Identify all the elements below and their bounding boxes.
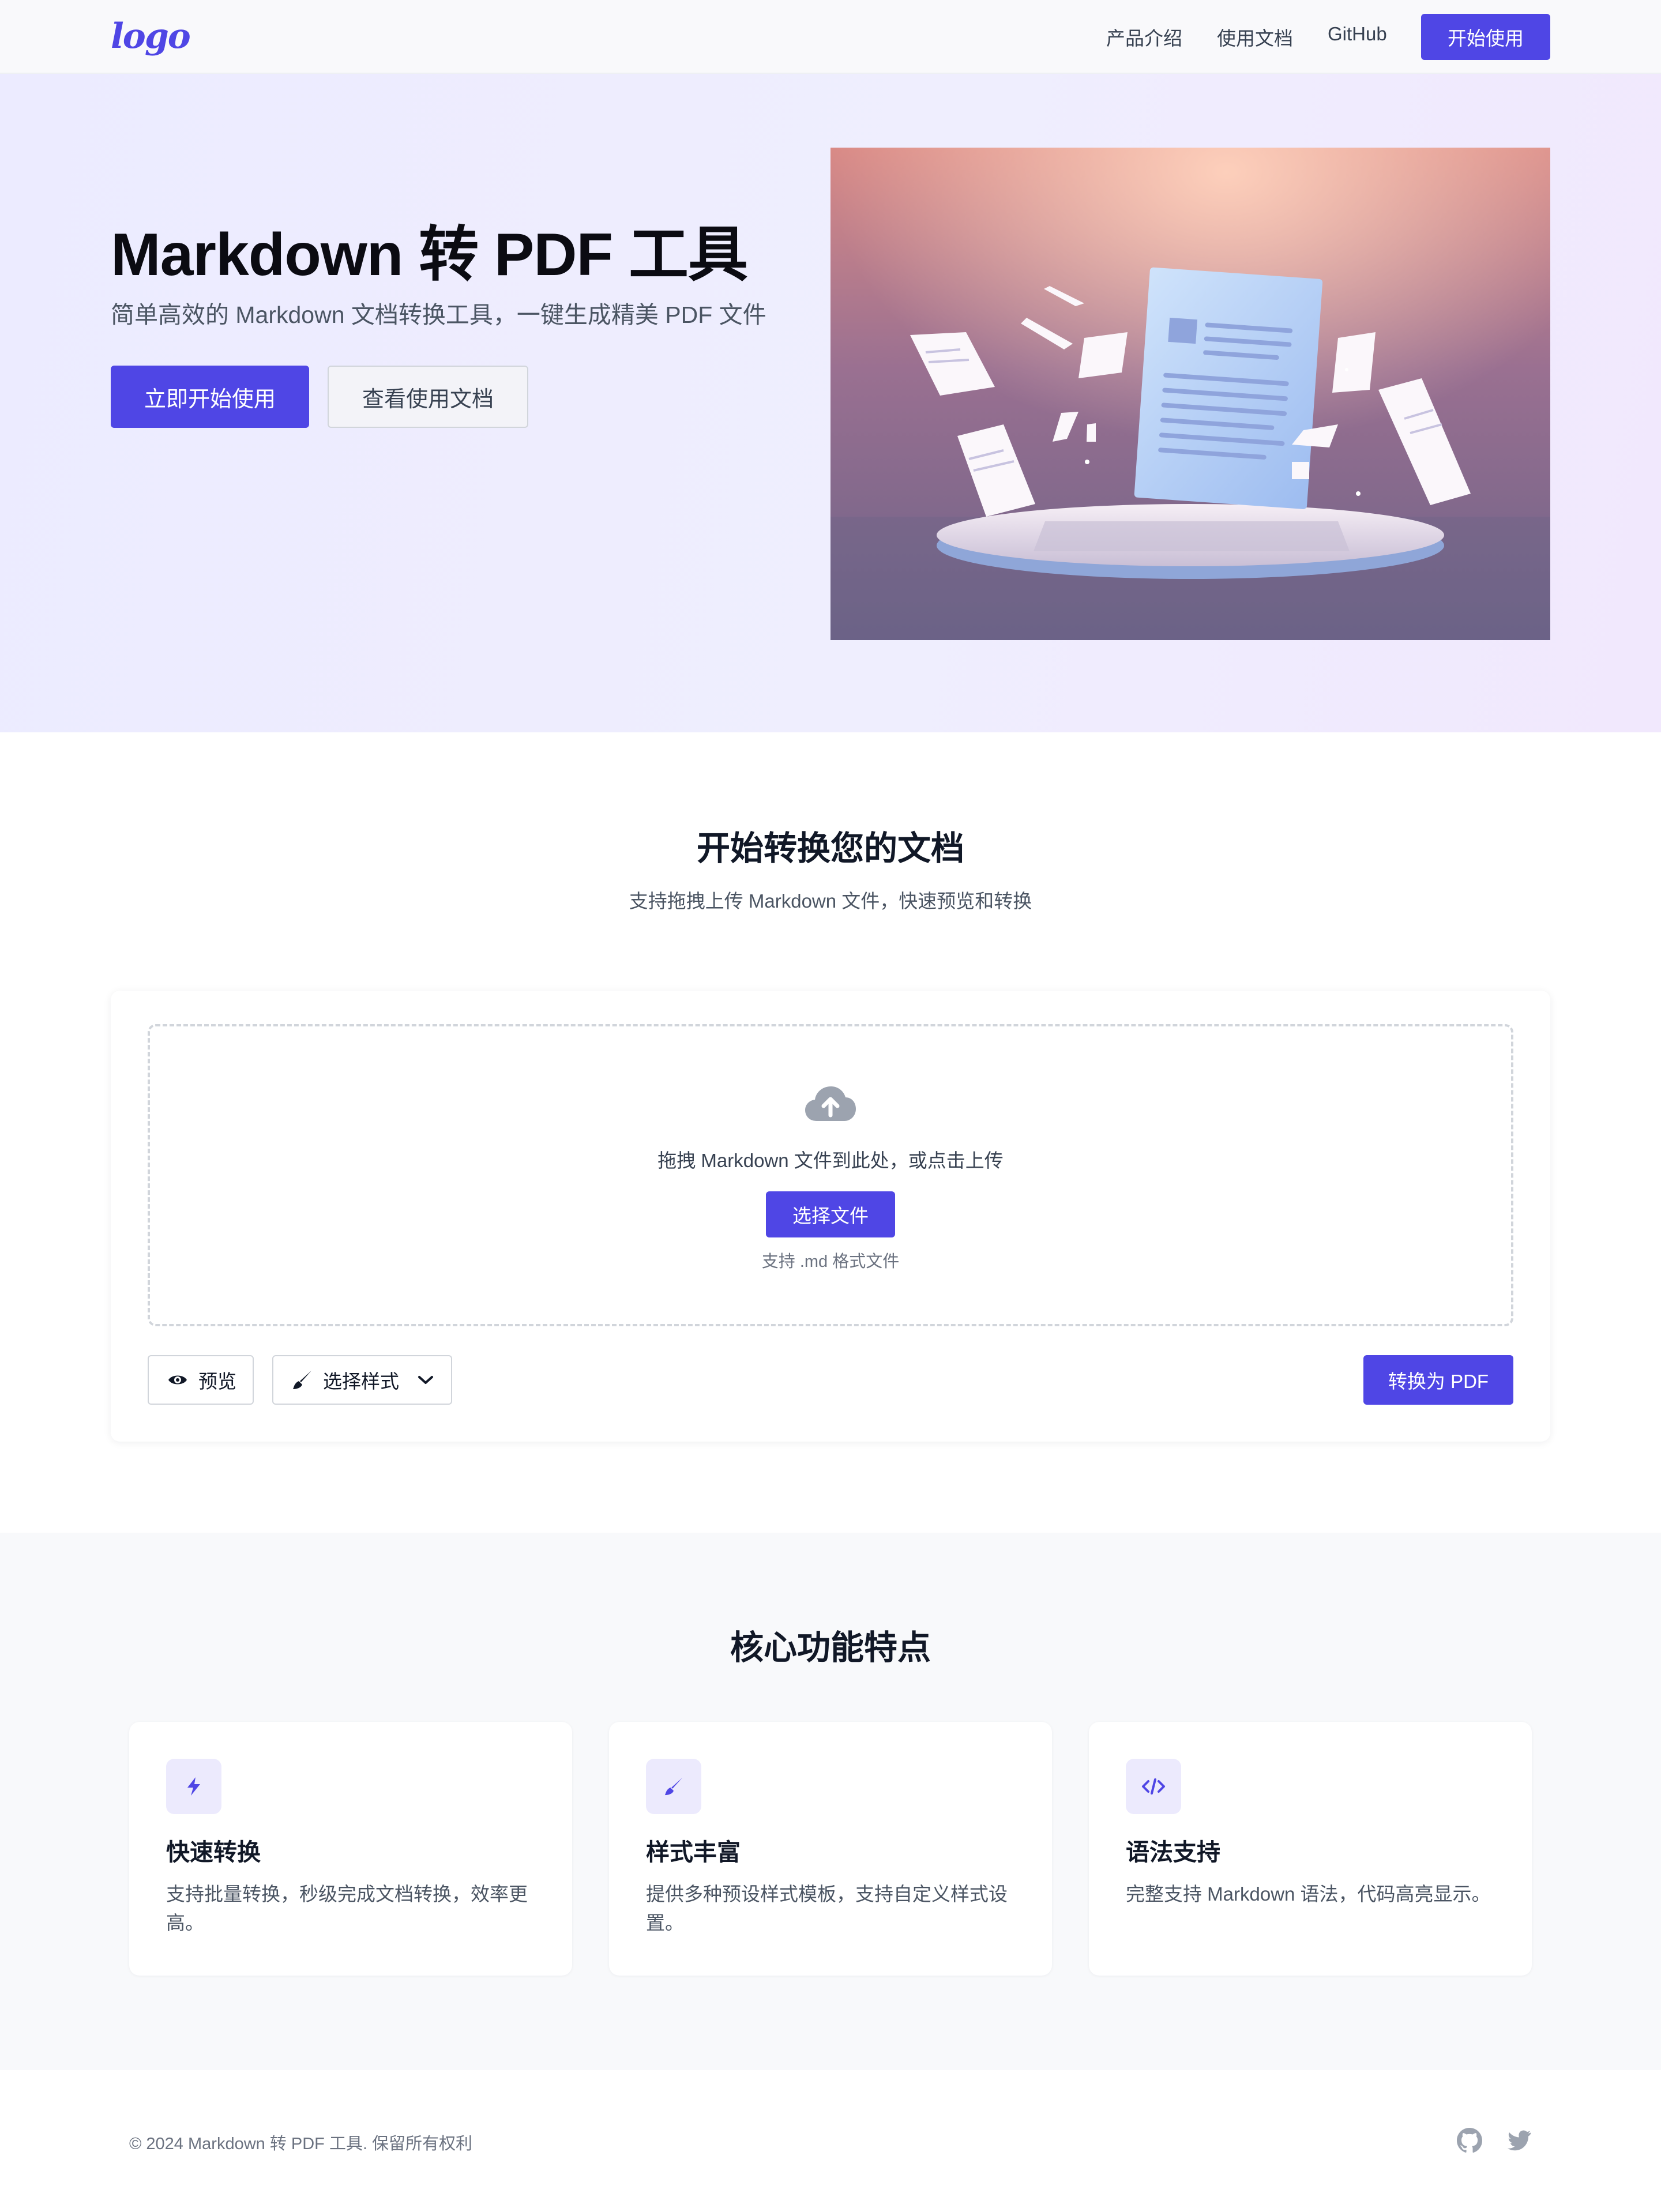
- features-title: 核心功能特点: [730, 1629, 931, 1666]
- preview-button[interactable]: 预览: [148, 1355, 254, 1405]
- start-now-button[interactable]: 立即开始使用: [111, 366, 309, 428]
- nav-link-docs[interactable]: 使用文档: [1217, 23, 1293, 51]
- convert-pdf-button[interactable]: 转换为 PDF: [1363, 1355, 1513, 1405]
- nav-link-github[interactable]: GitHub: [1328, 23, 1387, 45]
- chevron-down-icon: [418, 1375, 434, 1385]
- style-select[interactable]: 选择样式: [272, 1355, 452, 1405]
- nav-start-button[interactable]: 开始使用: [1421, 14, 1550, 60]
- bolt-icon: [166, 1759, 221, 1814]
- feature-title: 快速转换: [166, 1839, 261, 1865]
- feature-desc: 提供多种预设样式模板，支持自定义样式设置。: [646, 1883, 1008, 1933]
- convert-subtitle: 支持拖拽上传 Markdown 文件，快速预览和转换: [629, 890, 1032, 912]
- feature-desc: 完整支持 Markdown 语法，代码高亮显示。: [1126, 1883, 1491, 1905]
- file-format-note: 支持 .md 格式文件: [761, 1252, 900, 1271]
- convert-title: 开始转换您的文档: [696, 830, 964, 867]
- feature-card-style: 样式丰富 提供多种预设样式模板，支持自定义样式设置。: [609, 1722, 1052, 1976]
- brush-icon: [292, 1370, 313, 1390]
- feature-title: 样式丰富: [646, 1839, 741, 1865]
- logo[interactable]: logo: [111, 16, 191, 57]
- feature-card-syntax: 语法支持 完整支持 Markdown 语法，代码高亮显示。: [1089, 1722, 1532, 1976]
- brush-icon: [646, 1759, 701, 1814]
- nav-link-product[interactable]: 产品介绍: [1106, 23, 1182, 51]
- eye-icon: [167, 1373, 188, 1387]
- view-docs-button[interactable]: 查看使用文档: [328, 366, 528, 428]
- feature-desc: 支持批量转换，秒级完成文档转换，效率更高。: [166, 1883, 528, 1933]
- feature-title: 语法支持: [1126, 1839, 1220, 1865]
- preview-label: 预览: [198, 1371, 236, 1392]
- top-nav: logo 产品介绍 使用文档 GitHub 开始使用: [0, 0, 1661, 74]
- dropzone-text: 拖拽 Markdown 文件到此处，或点击上传: [657, 1150, 1004, 1171]
- twitter-icon[interactable]: [1506, 2128, 1532, 2153]
- style-select-label: 选择样式: [323, 1371, 399, 1392]
- feature-card-fast: 快速转换 支持批量转换，秒级完成文档转换，效率更高。: [129, 1722, 572, 1976]
- footer-copyright: © 2024 Markdown 转 PDF 工具. 保留所有权利: [129, 2135, 473, 2153]
- hero-title: Markdown 转 PDF 工具: [111, 221, 748, 288]
- dropzone[interactable]: [148, 1024, 1513, 1326]
- hero-illustration: [830, 148, 1550, 640]
- choose-file-button[interactable]: 选择文件: [766, 1191, 895, 1237]
- github-icon[interactable]: [1457, 2128, 1483, 2153]
- hero-subtitle: 简单高效的 Markdown 文档转换工具，一键生成精美 PDF 文件: [111, 302, 766, 328]
- cloud-upload-icon: [804, 1084, 857, 1122]
- code-icon: [1126, 1759, 1181, 1814]
